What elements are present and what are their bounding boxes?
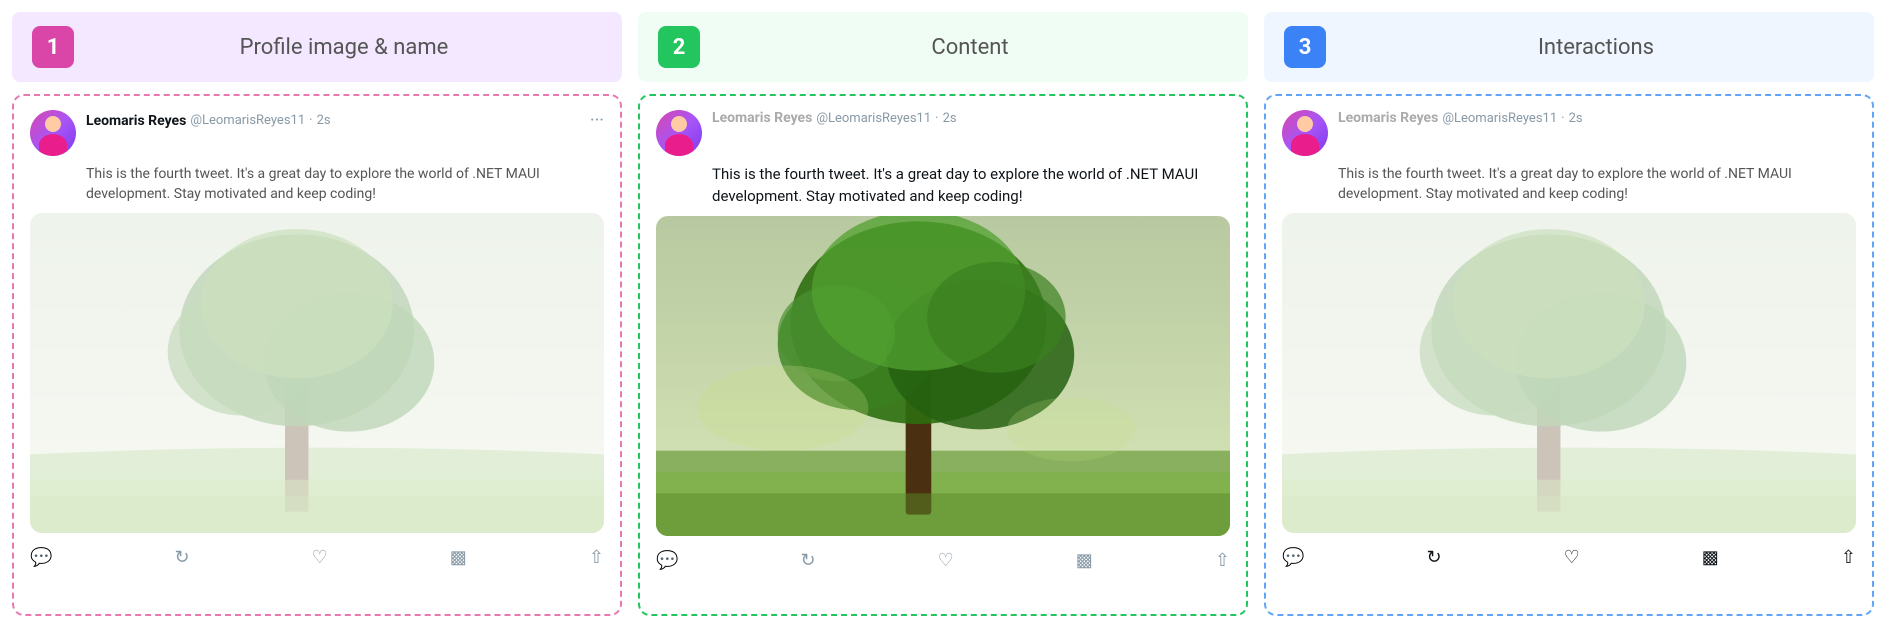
tweet-handle-3: @LeomarisReyes11 — [1442, 111, 1557, 126]
like-icon-2[interactable]: ♡ — [938, 550, 954, 571]
retweet-icon-3[interactable]: ↻ — [1426, 547, 1441, 568]
share-icon-3[interactable]: ⇧ — [1841, 547, 1856, 568]
stats-icon-2[interactable]: ▩ — [1076, 550, 1093, 571]
tweet-meta-2: Leomaris Reyes @LeomarisReyes11 · 2s — [712, 110, 1230, 126]
tweet-meta-3: Leomaris Reyes @LeomarisReyes11 · 2s — [1338, 110, 1856, 126]
tweet-dot-3: · — [1561, 111, 1564, 126]
tweet-image-2 — [656, 216, 1230, 536]
like-icon-1[interactable]: ♡ — [312, 547, 328, 568]
tweet-card-1: Leomaris Reyes @LeomarisReyes11 · 2s ···… — [12, 94, 622, 616]
column-3: 3 Interactions Leomaris Reyes @LeomarisR… — [1264, 12, 1874, 616]
tweet-name-1: Leomaris Reyes — [86, 113, 186, 129]
comment-icon-3[interactable]: 💬 — [1282, 547, 1304, 568]
tweet-header-3: Leomaris Reyes @LeomarisReyes11 · 2s — [1282, 110, 1856, 156]
tweet-header-1: Leomaris Reyes @LeomarisReyes11 · 2s ··· — [30, 110, 604, 156]
tweet-actions-2: 💬 ↻ ♡ ▩ ⇧ — [656, 544, 1230, 573]
column-3-header: 3 Interactions — [1264, 12, 1874, 82]
tweet-card-2: Leomaris Reyes @LeomarisReyes11 · 2s Thi… — [638, 94, 1248, 616]
tweet-actions-3: 💬 ↻ ♡ ▩ ⇧ — [1282, 541, 1856, 570]
avatar-image-2 — [656, 110, 702, 156]
comment-icon-2[interactable]: 💬 — [656, 550, 678, 571]
avatar-2 — [656, 110, 702, 156]
tweet-handle-1: @LeomarisReyes11 — [190, 113, 305, 128]
tweet-actions-1: 💬 ↻ ♡ ▩ ⇧ — [30, 541, 604, 570]
retweet-icon-2[interactable]: ↻ — [800, 550, 815, 571]
tweet-name-3: Leomaris Reyes — [1338, 110, 1438, 126]
tweet-dot-1: · — [309, 113, 312, 128]
tweet-author-line-2: Leomaris Reyes @LeomarisReyes11 · 2s — [712, 110, 1230, 126]
tweet-image-3 — [1282, 213, 1856, 533]
stats-icon-1[interactable]: ▩ — [450, 547, 467, 568]
tweet-text-2: This is the fourth tweet. It's a great d… — [656, 164, 1230, 208]
avatar-image-3 — [1282, 110, 1328, 156]
tweet-handle-2: @LeomarisReyes11 — [816, 111, 931, 126]
tweet-more-1[interactable]: ··· — [590, 110, 604, 131]
tweet-dot-2: · — [935, 111, 938, 126]
column-2: 2 Content Leomaris Reyes @LeomarisReyes1… — [638, 12, 1248, 616]
column-2-header: 2 Content — [638, 12, 1248, 82]
share-icon-1[interactable]: ⇧ — [589, 547, 604, 568]
tweet-text-1: This is the fourth tweet. It's a great d… — [30, 164, 604, 205]
column-3-title: Interactions — [1338, 35, 1854, 60]
column-3-number: 3 — [1284, 26, 1326, 68]
column-1-header: 1 Profile image & name — [12, 12, 622, 82]
column-2-title: Content — [712, 35, 1228, 60]
tweet-header-2: Leomaris Reyes @LeomarisReyes11 · 2s — [656, 110, 1230, 156]
tweet-time-1: 2s — [317, 113, 331, 128]
share-icon-2[interactable]: ⇧ — [1215, 550, 1230, 571]
tweet-time-2: 2s — [943, 111, 957, 126]
retweet-icon-1[interactable]: ↻ — [174, 547, 189, 568]
tweet-meta-1: Leomaris Reyes @LeomarisReyes11 · 2s ··· — [86, 110, 604, 131]
avatar-image-1 — [30, 110, 76, 156]
column-1-number: 1 — [32, 26, 74, 68]
column-1-title: Profile image & name — [86, 35, 602, 60]
main-container: 1 Profile image & name Leomaris Reyes @L… — [0, 0, 1886, 628]
tweet-author-line-1: Leomaris Reyes @LeomarisReyes11 · 2s ··· — [86, 110, 604, 131]
avatar-1 — [30, 110, 76, 156]
column-2-number: 2 — [658, 26, 700, 68]
tweet-time-3: 2s — [1569, 111, 1583, 126]
tweet-text-3: This is the fourth tweet. It's a great d… — [1282, 164, 1856, 205]
column-1: 1 Profile image & name Leomaris Reyes @L… — [12, 12, 622, 616]
tweet-author-line-3: Leomaris Reyes @LeomarisReyes11 · 2s — [1338, 110, 1856, 126]
tweet-name-2: Leomaris Reyes — [712, 110, 812, 126]
tweet-card-3: Leomaris Reyes @LeomarisReyes11 · 2s Thi… — [1264, 94, 1874, 616]
stats-icon-3[interactable]: ▩ — [1702, 547, 1719, 568]
comment-icon-1[interactable]: 💬 — [30, 547, 52, 568]
like-icon-3[interactable]: ♡ — [1564, 547, 1580, 568]
avatar-3 — [1282, 110, 1328, 156]
tweet-image-1 — [30, 213, 604, 533]
